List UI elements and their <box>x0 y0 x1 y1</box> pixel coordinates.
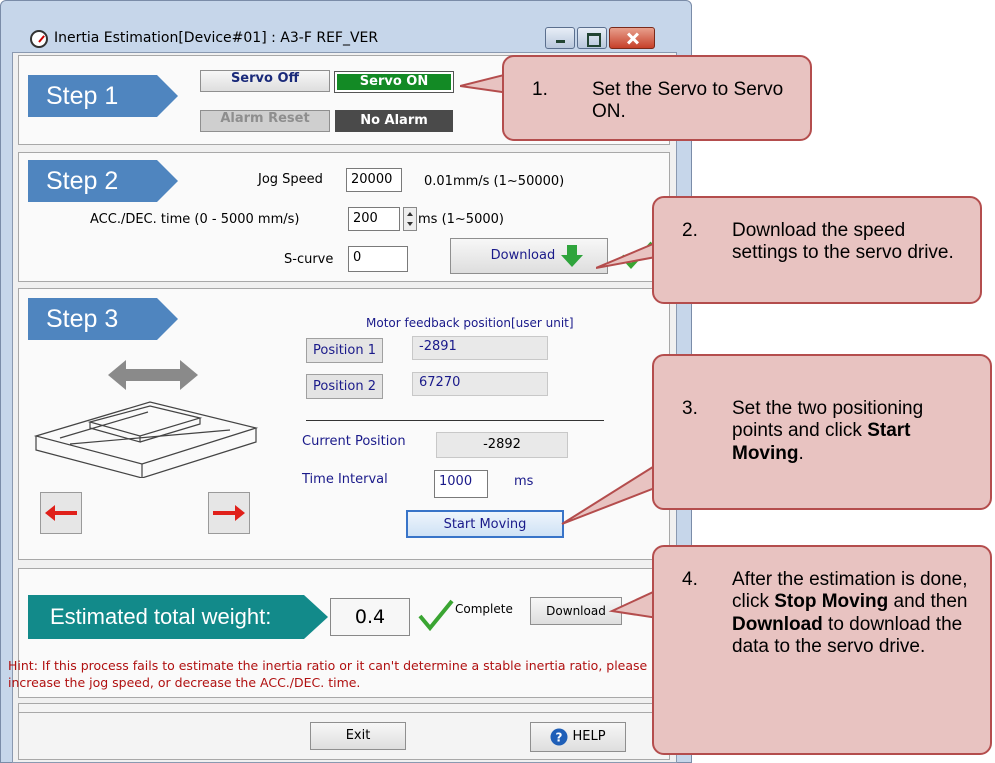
position-1-value: -2891 <box>412 336 548 360</box>
left-arrow-icon <box>45 505 77 521</box>
step2-label: Step 2 <box>28 160 178 202</box>
callout-2-text: Download the speed settings to the servo… <box>732 220 954 264</box>
help-label: HELP <box>572 729 606 744</box>
callout-3: 3. Set the two positioning points and cl… <box>652 354 992 510</box>
acc-dec-input[interactable]: 200 <box>348 207 400 231</box>
callout-2-number: 2. <box>682 220 698 241</box>
maximize-button[interactable] <box>577 27 607 49</box>
callout-1-number: 1. <box>532 79 548 100</box>
callout-4: 4. After the estimation is done, click S… <box>652 545 992 755</box>
callout-1-text: Set the Servo to Servo ON. <box>592 79 784 123</box>
estimated-weight-banner: Estimated total weight: <box>28 595 328 639</box>
title-bar[interactable]: Inertia Estimation[Device#01] : A3-F REF… <box>0 0 690 49</box>
callout-3-number: 3. <box>682 398 698 419</box>
callout-2: 2. Download the speed settings to the se… <box>652 196 982 304</box>
acc-dec-spinner[interactable] <box>403 207 417 231</box>
minimize-button[interactable] <box>545 27 575 49</box>
close-button[interactable] <box>609 27 655 49</box>
alarm-reset-button[interactable]: Alarm Reset <box>200 110 330 132</box>
jog-speed-unit: 0.01mm/s (1~50000) <box>424 174 565 189</box>
time-interval-input[interactable]: 1000 <box>434 470 488 498</box>
position-1-button[interactable]: Position 1 <box>306 338 384 363</box>
exit-button[interactable]: Exit <box>310 722 406 750</box>
linear-stage-drawing <box>33 401 259 478</box>
hint-text: Hint: If this process fails to estimate … <box>8 658 648 690</box>
estimated-weight-value: 0.4 <box>330 598 410 636</box>
footer-divider <box>18 712 670 713</box>
svg-text:?: ? <box>556 730 563 744</box>
callout-3-text: Set the two positioning points and click… <box>732 398 924 464</box>
app-gauge-icon <box>30 30 48 48</box>
complete-status: Complete <box>455 602 513 616</box>
right-arrow-icon <box>213 505 245 521</box>
step3-label: Step 3 <box>28 298 178 340</box>
jog-speed-label: Jog Speed <box>258 172 323 187</box>
complete-check-icon <box>418 599 454 632</box>
jog-right-button[interactable] <box>208 492 250 534</box>
current-position-value: -2892 <box>436 432 568 458</box>
time-interval-unit: ms <box>514 474 534 489</box>
window-title: Inertia Estimation[Device#01] : A3-F REF… <box>54 30 379 46</box>
acc-dec-unit: ms (1~5000) <box>418 212 504 227</box>
alarm-status-badge: No Alarm <box>335 110 453 132</box>
start-moving-button[interactable]: Start Moving <box>406 510 564 538</box>
step1-label: Step 1 <box>28 75 178 117</box>
divider <box>306 420 604 421</box>
callout-4-number: 4. <box>682 569 698 590</box>
download-arrow-icon <box>561 244 584 267</box>
spinner-arrows-icon <box>407 212 413 226</box>
help-button[interactable]: ? HELP <box>530 722 626 752</box>
bidirectional-arrow-icon <box>108 360 198 390</box>
help-icon: ? <box>550 728 568 745</box>
download-label: Download <box>490 248 556 263</box>
position-2-value: 67270 <box>412 372 548 396</box>
servo-on-indicator[interactable]: Servo ON <box>334 71 454 93</box>
callout-1: 1. Set the Servo to Servo ON. <box>502 55 812 141</box>
acc-dec-label: ACC./DEC. time (0 - 5000 mm/s) <box>90 212 300 227</box>
callout-4-text: After the estimation is done, click Stop… <box>732 569 968 658</box>
position-2-button[interactable]: Position 2 <box>306 374 384 399</box>
s-curve-input[interactable]: 0 <box>348 246 408 272</box>
feedback-title: Motor feedback position[user unit] <box>366 316 574 330</box>
current-position-label: Current Position <box>302 434 406 449</box>
speed-download-button[interactable]: Download <box>450 238 608 274</box>
servo-off-button[interactable]: Servo Off <box>200 70 330 92</box>
jog-speed-input[interactable]: 20000 <box>346 168 402 192</box>
jog-left-button[interactable] <box>40 492 82 534</box>
time-interval-label: Time Interval <box>302 472 388 487</box>
s-curve-label: S-curve <box>284 252 334 267</box>
